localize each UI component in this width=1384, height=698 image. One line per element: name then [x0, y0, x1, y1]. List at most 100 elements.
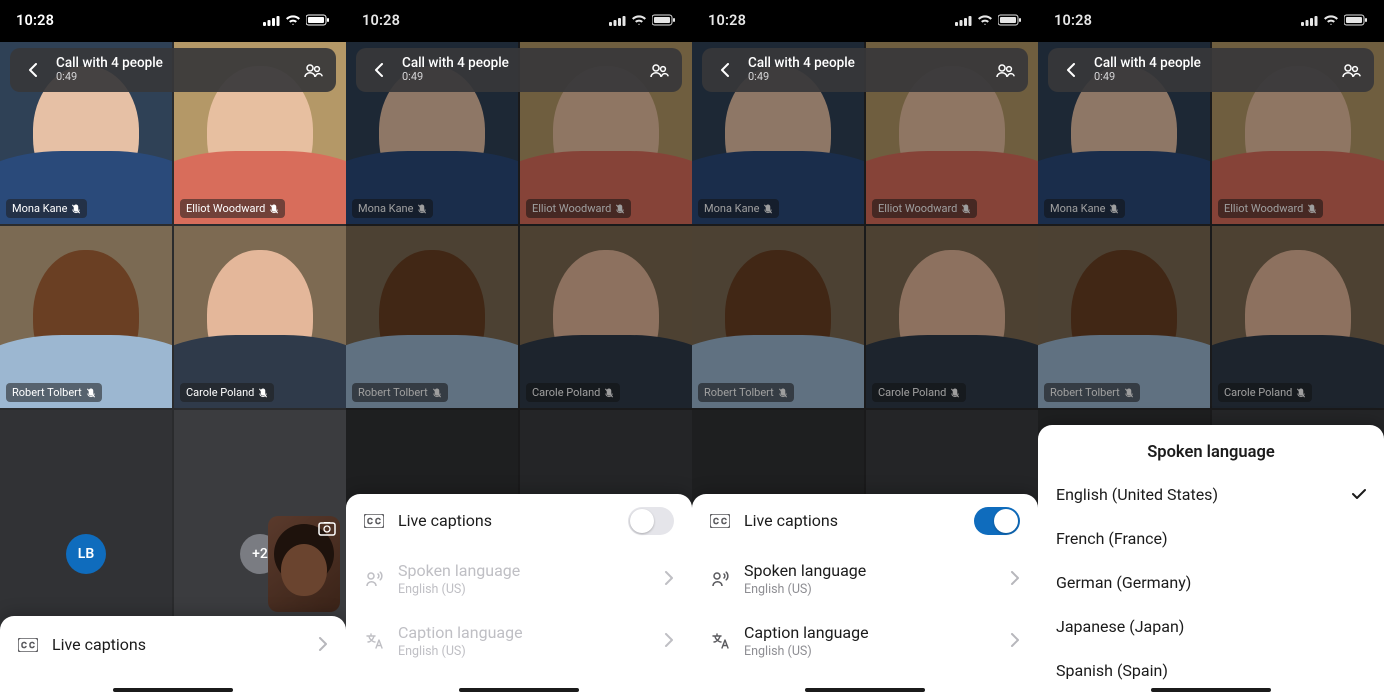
live-captions-toggle[interactable]	[628, 507, 674, 535]
live-captions-row[interactable]: Live captions	[0, 618, 346, 672]
chevron-right-icon	[1010, 570, 1020, 589]
sheet-live-captions-entry: Live captions	[0, 616, 346, 698]
mic-off-icon	[269, 204, 279, 214]
sheet-title: Spoken language	[1038, 425, 1384, 472]
status-bar: 10:28	[692, 0, 1038, 40]
spoken-language-label: Spoken language	[398, 561, 650, 580]
live-captions-label: Live captions	[744, 511, 960, 530]
status-icons	[955, 14, 1022, 26]
home-indicator	[459, 688, 579, 692]
home-indicator	[1151, 688, 1271, 692]
spoken-language-value: English (US)	[744, 582, 996, 597]
participants-button[interactable]	[1338, 57, 1364, 83]
back-button[interactable]	[1058, 57, 1084, 83]
chevron-right-icon	[1010, 632, 1020, 651]
check-icon	[1352, 485, 1366, 504]
participant-tile[interactable]: Carole Poland	[174, 226, 346, 408]
chevron-right-icon	[664, 632, 674, 651]
participant-name-chip: Carole Poland	[872, 383, 966, 402]
live-captions-label: Live captions	[52, 635, 304, 654]
caption-language-value: English (US)	[744, 644, 996, 659]
back-button[interactable]	[20, 57, 46, 83]
participants-button[interactable]	[300, 57, 326, 83]
participant-name-chip: Elliot Woodward	[180, 199, 285, 218]
wifi-icon	[285, 14, 301, 26]
participant-name-chip: Elliot Woodward	[1218, 199, 1323, 218]
participant-name: Robert Tolbert	[1050, 386, 1120, 399]
mic-off-icon	[86, 388, 96, 398]
participant-name-chip: Elliot Woodward	[872, 199, 977, 218]
caption-language-row[interactable]: Caption languageEnglish (US)	[692, 610, 1038, 672]
mic-off-icon	[258, 388, 268, 398]
spoken-language-label: Spoken language	[744, 561, 996, 580]
sheet-spoken-language: Spoken language English (United States) …	[1038, 425, 1384, 698]
back-button[interactable]	[366, 57, 392, 83]
status-bar: 10:28	[346, 0, 692, 40]
spoken-language-row[interactable]: Spoken language English (US)	[692, 548, 1038, 610]
participant-name: Carole Poland	[186, 386, 254, 399]
participant-name: Mona Kane	[12, 202, 67, 215]
live-captions-toggle[interactable]	[974, 507, 1020, 535]
battery-icon	[652, 14, 676, 26]
participant-name: Elliot Woodward	[186, 202, 265, 215]
participant-name: Robert Tolbert	[358, 386, 428, 399]
participant-tile[interactable]: Robert Tolbert	[346, 226, 518, 408]
lang-option[interactable]: Japanese (Japan)	[1038, 604, 1384, 648]
caption-language-row: Caption languageEnglish (US)	[346, 610, 692, 672]
participant-name-chip: Elliot Woodward	[526, 199, 631, 218]
participant-name: Mona Kane	[1050, 202, 1105, 215]
participants-button[interactable]	[992, 57, 1018, 83]
participant-tile[interactable]: Robert Tolbert	[1038, 226, 1210, 408]
cellular-icon	[955, 15, 972, 26]
flip-camera-icon	[318, 520, 336, 538]
participant-tile[interactable]: Carole Poland	[520, 226, 692, 408]
participants-button[interactable]	[646, 57, 672, 83]
lang-option[interactable]: Spanish (Spain)	[1038, 648, 1384, 692]
lang-option-label: Spanish (Spain)	[1056, 661, 1168, 680]
participant-tile[interactable]: Robert Tolbert	[692, 226, 864, 408]
spoken-language-row: Spoken language English (US)	[346, 548, 692, 610]
lang-option[interactable]: French (France)	[1038, 516, 1384, 560]
translate-icon	[364, 631, 384, 651]
lang-option-label: French (France)	[1056, 529, 1168, 548]
status-time: 10:28	[708, 12, 746, 29]
mic-off-icon	[778, 388, 788, 398]
status-bar: 10:28	[1038, 0, 1384, 40]
lang-option-label: English (United States)	[1056, 485, 1218, 504]
mic-off-icon	[763, 204, 773, 214]
participant-tile[interactable]: Carole Poland	[866, 226, 1038, 408]
participant-name-chip: Carole Poland	[1218, 383, 1312, 402]
call-title: Call with 4 people	[1094, 56, 1201, 72]
sheet-captions-settings: Live captions Spoken languageEnglish (US…	[346, 494, 692, 698]
participant-name-chip: Robert Tolbert	[6, 383, 102, 402]
mic-off-icon	[71, 204, 81, 214]
participant-name: Robert Tolbert	[704, 386, 774, 399]
call-duration: 0:49	[56, 71, 163, 84]
spoken-language-value: English (US)	[398, 582, 650, 597]
participant-name: Mona Kane	[704, 202, 759, 215]
participant-name: Carole Poland	[878, 386, 946, 399]
device-frame-3: 10:28 Call with 4 people0:49 Mona Kane El…	[692, 0, 1038, 698]
participant-tile[interactable]: Carole Poland	[1212, 226, 1384, 408]
cellular-icon	[1301, 15, 1318, 26]
device-frame-4: 10:28 Call with 4 people0:49 Mona KaneEl…	[1038, 0, 1384, 698]
participant-tile[interactable]: Robert Tolbert	[0, 226, 172, 408]
sheet-captions-settings: Live captions Spoken language English (US…	[692, 494, 1038, 698]
participant-name-chip: Mona Kane	[698, 199, 779, 218]
device-frame-2: 10:28 Call with 4 people0:49 Mona KaneEl…	[346, 0, 692, 698]
translate-icon	[710, 631, 730, 651]
chevron-right-icon	[664, 570, 674, 589]
status-icons	[263, 14, 330, 26]
lang-option[interactable]: German (Germany)	[1038, 560, 1384, 604]
participant-name-chip: Carole Poland	[526, 383, 620, 402]
participant-name: Mona Kane	[358, 202, 413, 215]
back-button[interactable]	[712, 57, 738, 83]
device-frame-1: 10:28 Call with 4 people 0:49 Mona KaneE…	[0, 0, 346, 698]
participant-name: Carole Poland	[532, 386, 600, 399]
live-captions-toggle-row: Live captions	[692, 494, 1038, 548]
call-duration: 0:49	[748, 71, 855, 84]
lang-option[interactable]: English (United States)	[1038, 472, 1384, 516]
self-video-thumb[interactable]	[268, 516, 340, 612]
call-title: Call with 4 people	[56, 56, 163, 72]
call-title: Call with 4 people	[748, 56, 855, 72]
